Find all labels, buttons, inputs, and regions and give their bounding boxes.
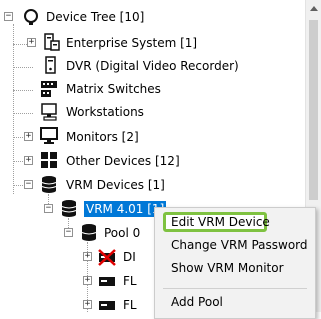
scroll-up-arrow-icon[interactable] — [310, 6, 318, 11]
expand-icon[interactable]: + — [83, 276, 92, 285]
workstation-icon — [41, 103, 57, 121]
matrix-switch-icon — [41, 81, 57, 97]
context-menu: Edit VRM Device Change VRM Password Show… — [154, 207, 316, 319]
tree-item-label: FL — [123, 274, 137, 288]
tree-item-label: Enterprise System [1] — [66, 36, 198, 50]
other-devices-icon — [41, 152, 57, 168]
menu-separator — [163, 288, 307, 289]
tree-item-label: Workstations — [66, 105, 144, 119]
tree-item-other-devices[interactable]: + Other Devices [12] — [0, 150, 300, 172]
tree-item-vrm-devices[interactable]: − VRM Devices [1] — [0, 174, 300, 196]
scrollbar-thumb[interactable] — [309, 20, 318, 200]
tree-item-dvr[interactable]: DVR (Digital Video Recorder) — [0, 56, 300, 78]
device-tree-icon — [24, 9, 38, 25]
tree-item-label: VRM Devices [1] — [66, 178, 165, 192]
tree-root[interactable]: − Device Tree [10] — [0, 6, 300, 28]
disconnected-iscsi-icon — [98, 249, 116, 266]
menu-item-add-pool[interactable]: Add Pool — [171, 292, 223, 312]
iscsi-device-icon — [99, 301, 115, 310]
vrm-devices-icon — [41, 176, 57, 193]
iscsi-device-icon — [99, 277, 115, 286]
tree-item-label: DVR (Digital Video Recorder) — [66, 59, 239, 73]
menu-item-change-vrm-password[interactable]: Change VRM Password — [171, 235, 308, 255]
menu-item-show-vrm-monitor[interactable]: Show VRM Monitor — [171, 258, 284, 278]
collapse-icon[interactable]: − — [24, 180, 33, 189]
storage-pool-icon — [81, 224, 97, 241]
collapse-icon[interactable]: − — [64, 228, 73, 237]
tree-item-label: Other Devices [12] — [66, 154, 180, 168]
tree-item-workstations[interactable]: Workstations — [0, 102, 300, 124]
tree-item-matrix-switches[interactable]: Matrix Switches — [0, 79, 300, 101]
tree-item-label: Matrix Switches — [66, 82, 161, 96]
tree-item-monitors[interactable]: + Monitors [2] — [0, 126, 300, 148]
tree-item-label: Pool 0 — [104, 226, 141, 240]
collapse-icon[interactable]: − — [44, 204, 53, 213]
expand-icon[interactable]: + — [24, 156, 33, 165]
expand-icon[interactable]: + — [27, 38, 36, 47]
tree-item-label: FL — [123, 298, 137, 312]
tree-root-label: Device Tree [10] — [46, 10, 145, 24]
tree-item-enterprise-system[interactable]: + Enterprise System [1] — [0, 33, 300, 55]
dvr-icon — [45, 56, 56, 74]
tree-item-label: DI — [123, 250, 136, 264]
collapse-icon[interactable]: − — [4, 12, 13, 21]
enterprise-server-icon — [44, 33, 60, 51]
expand-icon[interactable]: + — [83, 300, 92, 309]
monitor-icon — [40, 127, 58, 144]
expand-icon[interactable]: + — [83, 252, 92, 261]
expand-icon[interactable]: + — [24, 132, 33, 141]
vrm-device-icon — [61, 200, 77, 217]
menu-item-edit-vrm-device[interactable]: Edit VRM Device — [171, 212, 270, 232]
tree-item-label: Monitors [2] — [66, 130, 139, 144]
